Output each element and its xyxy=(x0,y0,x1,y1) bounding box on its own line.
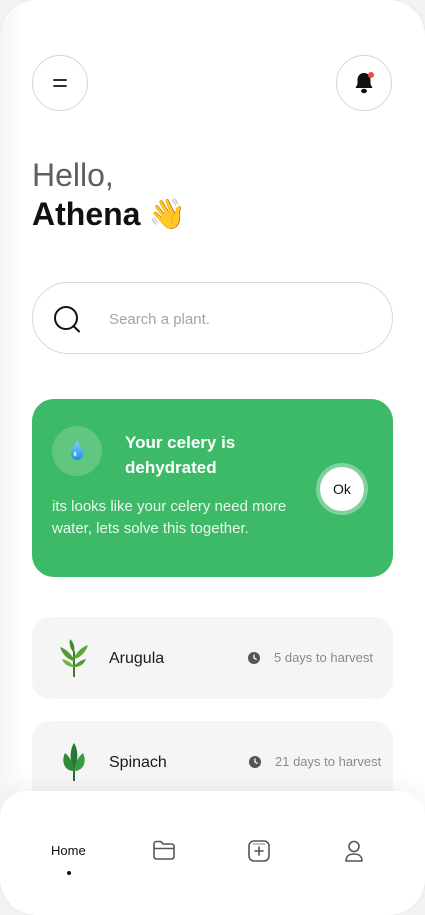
notification-badge xyxy=(368,72,374,78)
water-drop-icon xyxy=(71,441,83,460)
spinach-plant-icon xyxy=(63,743,85,781)
menu-button[interactable] xyxy=(32,55,88,111)
wave-emoji-icon: 👋 xyxy=(148,198,186,231)
menu-icon xyxy=(53,79,67,87)
clock-icon xyxy=(249,756,261,768)
plant-name: Spinach xyxy=(109,754,167,771)
add-icon[interactable] xyxy=(247,839,271,863)
ok-button[interactable]: Ok xyxy=(316,463,368,515)
plant-name: Arugula xyxy=(109,650,165,667)
notifications-button[interactable] xyxy=(336,55,392,111)
harvest-countdown: 5 days to harvest xyxy=(274,650,373,665)
app-screen: Hello, Athena 👋 Your celery xyxy=(0,0,425,915)
alert-message: its looks like your celery need more wat… xyxy=(52,498,287,537)
search-input[interactable] xyxy=(109,305,369,333)
clock-icon xyxy=(248,652,260,664)
plant-row-arugula[interactable]: Arugula 5 days to harvest xyxy=(32,617,393,699)
profile-icon[interactable] xyxy=(343,839,365,863)
search-bar[interactable] xyxy=(32,282,393,354)
greeting-name-line: Athena 👋 xyxy=(32,196,186,233)
folder-icon[interactable] xyxy=(152,839,176,861)
water-drop-badge xyxy=(52,426,102,476)
user-name: Athena xyxy=(32,196,141,232)
tab-home[interactable]: Home xyxy=(51,843,86,858)
bottom-tab-bar: Home xyxy=(0,791,425,915)
harvest-countdown: 21 days to harvest xyxy=(275,754,382,769)
greeting-hello: Hello, xyxy=(32,157,114,193)
search-icon xyxy=(54,306,80,333)
arugula-plant-icon xyxy=(60,639,88,677)
dehydration-alert-card: Your celery is dehydrated its looks like… xyxy=(32,399,393,577)
active-tab-indicator xyxy=(67,871,71,875)
alert-title: Your celery is dehydrated xyxy=(125,433,236,477)
